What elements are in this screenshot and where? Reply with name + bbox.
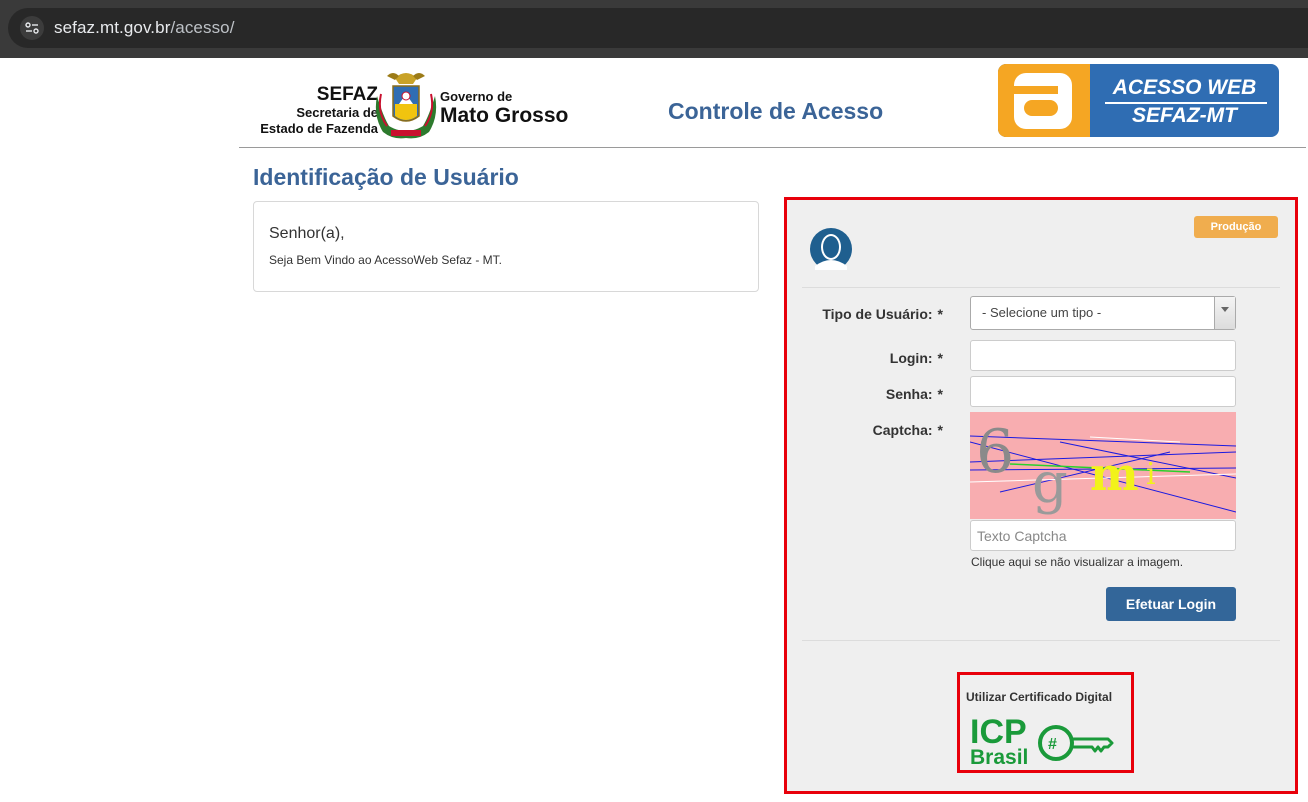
acesso-web-logo[interactable]: ACESSO WEB SEFAZ-MT (998, 64, 1279, 137)
page-header: SEFAZ Secretaria de Estado de Fazenda Go… (239, 58, 1306, 148)
required-marker: * (937, 350, 943, 366)
panel-divider-top (802, 287, 1280, 288)
svg-text:i: i (1146, 457, 1156, 492)
welcome-greeting: Senhor(a), (269, 225, 345, 242)
svg-text:6: 6 (976, 417, 1014, 487)
user-type-selected-value: - Selecione um tipo - (982, 305, 1102, 320)
sefaz-logo-title: SEFAZ (316, 84, 378, 105)
identification-title: Identificação de Usuário (253, 164, 519, 190)
acesso-web-letter-panel (998, 64, 1090, 137)
password-label-text: Senha: (885, 386, 933, 402)
user-type-select[interactable]: - Selecione um tipo - (970, 296, 1236, 330)
login-panel: Produção Tipo de Usuário: * - Selecione u… (784, 197, 1298, 794)
environment-badge: Produção (1194, 216, 1278, 238)
login-label-text: Login: (889, 350, 933, 366)
svg-text:g: g (1032, 451, 1068, 516)
digital-certificate-label: Utilizar Certificado Digital (966, 690, 1113, 704)
welcome-message: Seja Bem Vindo ao AcessoWeb Sefaz - MT. (269, 253, 503, 267)
panel-divider-bottom (802, 640, 1280, 641)
captcha-label: Captcha: * (787, 422, 943, 438)
site-info-icon[interactable] (20, 16, 44, 40)
letter-a-icon (1014, 73, 1072, 129)
url-text[interactable]: sefaz.mt.gov.br/acesso/ (54, 18, 235, 38)
user-avatar-icon (810, 228, 852, 270)
chevron-down-icon[interactable] (1214, 297, 1235, 329)
login-input[interactable] (970, 340, 1236, 371)
address-bar[interactable]: sefaz.mt.gov.br/acesso/ (8, 8, 1308, 48)
captcha-label-text: Captcha: (872, 422, 933, 438)
gov-logo-line-2: Mato Grosso (440, 104, 569, 127)
user-type-label-text: Tipo de Usuário: (822, 306, 933, 322)
url-path: /acesso/ (170, 18, 235, 37)
captcha-image: 6 g m i (970, 412, 1236, 519)
captcha-reload-link[interactable]: Clique aqui se não visualizar a imagem. (971, 555, 1183, 569)
login-button[interactable]: Efetuar Login (1106, 587, 1236, 621)
digital-certificate-option[interactable]: Utilizar Certificado Digital ICP Brasil … (957, 672, 1134, 773)
mato-grosso-crest-icon (375, 73, 437, 139)
acesso-web-line-1: ACESSO WEB (1112, 76, 1257, 99)
password-label: Senha: * (787, 386, 943, 402)
sefaz-logo-subtitle-2: Estado de Fazenda (260, 121, 378, 136)
browser-toolbar: sefaz.mt.gov.br/acesso/ (0, 0, 1308, 58)
login-label: Login: * (787, 350, 943, 366)
svg-text:m: m (1090, 447, 1139, 501)
required-marker: * (937, 306, 943, 322)
sefaz-logo[interactable]: SEFAZ Secretaria de Estado de Fazenda Go… (260, 64, 568, 140)
welcome-panel: Senhor(a), Seja Bem Vindo ao AcessoWeb S… (253, 201, 759, 292)
url-host: sefaz.mt.gov.br (54, 18, 171, 37)
icp-brasil-key-icon[interactable]: ICP Brasil # (970, 711, 1115, 767)
sefaz-logo-subtitle-1: Secretaria de (296, 105, 378, 120)
user-type-label: Tipo de Usuário: * (787, 306, 943, 322)
required-marker: * (937, 386, 943, 402)
page-title: Controle de Acesso (668, 98, 884, 124)
required-marker: * (937, 422, 943, 438)
icp-logo-line-2: Brasil (970, 746, 1028, 767)
captcha-input[interactable] (970, 520, 1236, 551)
gov-logo-line-1: Governo de (440, 89, 513, 104)
svg-text:#: # (1048, 736, 1057, 753)
password-input[interactable] (970, 376, 1236, 407)
acesso-web-line-2: SEFAZ-MT (1132, 104, 1237, 127)
